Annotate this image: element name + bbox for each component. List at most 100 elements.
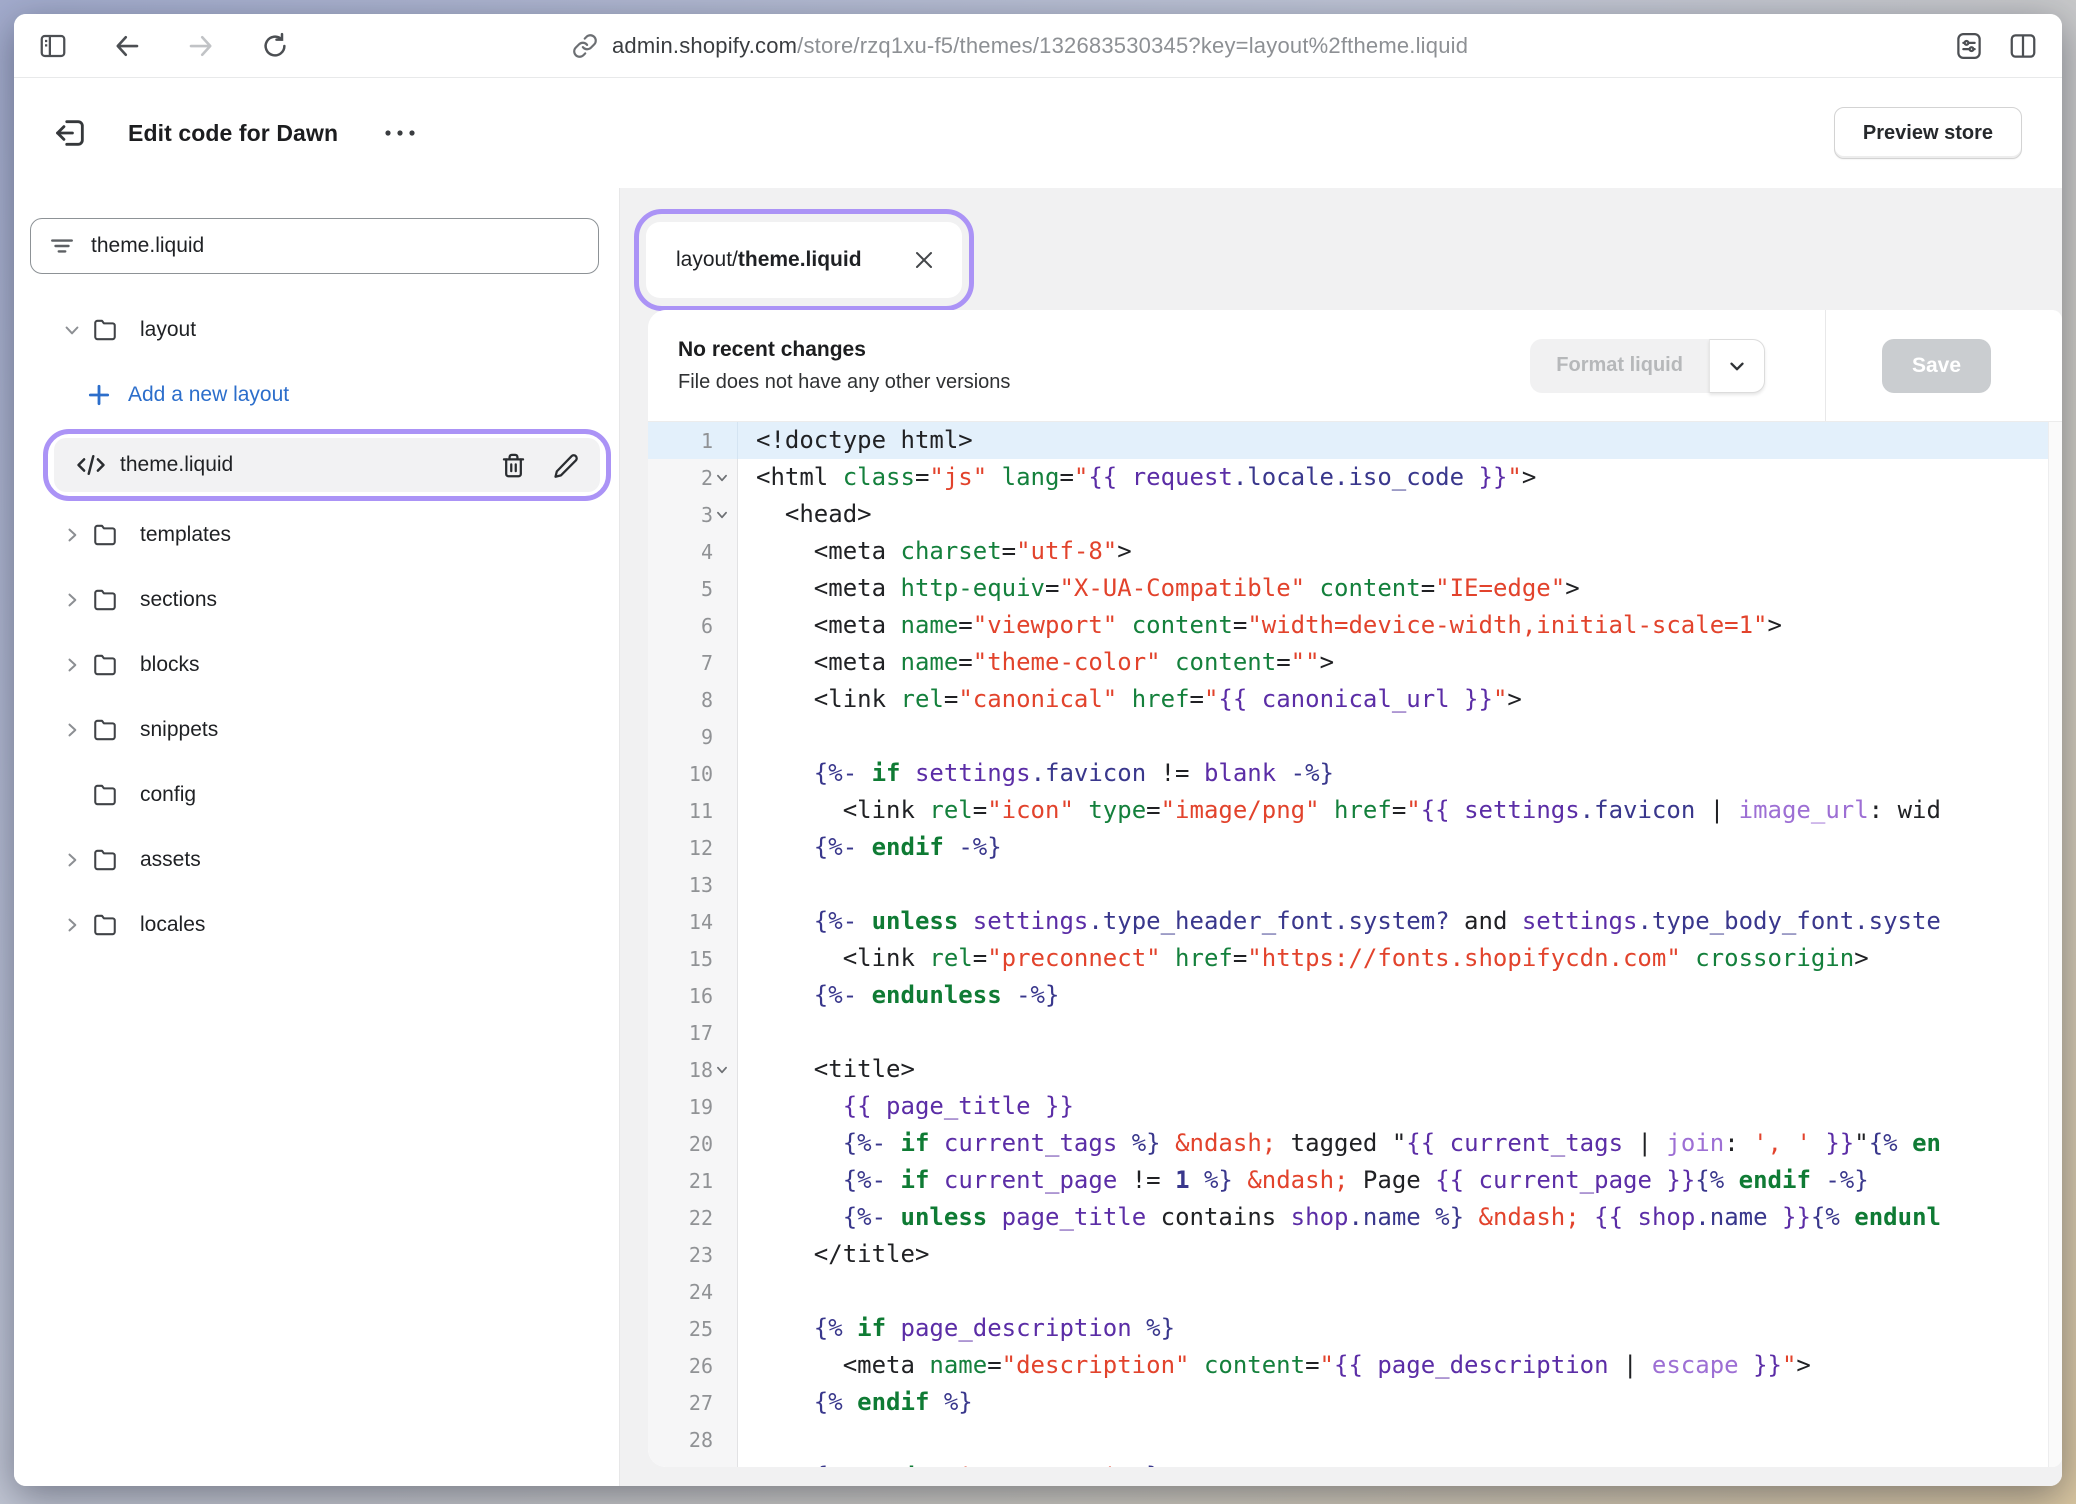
code-line[interactable]: 15 <link rel="preconnect" href="https://… (648, 940, 2062, 977)
file-search-box[interactable] (30, 218, 599, 274)
code-line[interactable]: 7 <meta name="theme-color" content=""> (648, 644, 2062, 681)
pencil-icon[interactable] (553, 452, 580, 479)
sidebar-item-layout[interactable]: layout (30, 308, 599, 352)
trash-icon[interactable] (500, 452, 527, 479)
code-line[interactable]: 19 {{ page_title }} (648, 1088, 2062, 1125)
fold-spacer (715, 1098, 733, 1116)
chevron-right-icon[interactable] (62, 655, 92, 675)
code-text: <meta charset="utf-8"> (738, 533, 2062, 570)
sidebar-item-config[interactable]: config (30, 773, 599, 817)
exit-editor-icon[interactable] (54, 116, 88, 150)
code-text: <meta http-equiv="X-UA-Compatible" conte… (738, 570, 2062, 607)
line-number: 14 (648, 903, 738, 940)
code-text: {%- if current_tags %} &ndash; tagged "{… (738, 1125, 2062, 1162)
code-line[interactable]: 17 (648, 1014, 2062, 1051)
chevron-right-icon[interactable] (62, 915, 92, 935)
sidebar-item-snippets[interactable]: snippets (30, 708, 599, 752)
code-line[interactable]: 29 {% render 'meta-tags' %} (648, 1458, 2062, 1467)
code-line[interactable]: 2<html class="js" lang="{{ request.local… (648, 459, 2062, 496)
split-view-icon[interactable] (2008, 31, 2038, 61)
preview-store-button[interactable]: Preview store (1834, 107, 2022, 159)
line-number: 25 (648, 1310, 738, 1347)
folder-icon (92, 522, 126, 548)
chevron-right-icon[interactable] (62, 720, 92, 740)
sidebar-item-sections[interactable]: sections (30, 578, 599, 622)
browser-settings-icon[interactable] (1954, 31, 1984, 61)
line-number: 8 (648, 681, 738, 718)
fold-spacer (715, 950, 733, 968)
code-text: <meta name="viewport" content="width=dev… (738, 607, 2062, 644)
save-button[interactable]: Save (1882, 339, 1991, 393)
line-number: 2 (648, 459, 738, 496)
format-liquid-button[interactable]: Format liquid (1530, 339, 1709, 393)
chevron-down-icon[interactable] (62, 320, 92, 340)
editor-scrollbar[interactable] (2048, 422, 2062, 1467)
code-line[interactable]: 11 <link rel="icon" type="image/png" hre… (648, 792, 2062, 829)
chevron-right-icon[interactable] (62, 850, 92, 870)
fold-spacer (715, 617, 733, 635)
code-line[interactable]: 14 {%- unless settings.type_header_font.… (648, 903, 2062, 940)
code-line[interactable]: 24 (648, 1273, 2062, 1310)
folder-icon (92, 717, 126, 743)
fold-spacer (715, 691, 733, 709)
chevron-right-icon[interactable] (62, 525, 92, 545)
sidebar-item-locales[interactable]: locales (30, 903, 599, 947)
page-header: Edit code for Dawn Preview store (14, 78, 2062, 188)
code-line[interactable]: 4 <meta charset="utf-8"> (648, 533, 2062, 570)
more-actions-icon[interactable] (380, 116, 420, 150)
chevron-right-icon[interactable] (62, 590, 92, 610)
code-line[interactable]: 20 {%- if current_tags %} &ndash; tagged… (648, 1125, 2062, 1162)
address-bar[interactable]: admin.shopify.com/store/rzq1xu-f5/themes… (572, 14, 1468, 77)
code-editor[interactable]: 1<!doctype html>2<html class="js" lang="… (648, 422, 2062, 1467)
sidebar-item-theme-liquid[interactable]: theme.liquid (54, 438, 600, 492)
fold-icon[interactable] (715, 506, 733, 524)
code-line[interactable]: 1<!doctype html> (648, 422, 2062, 459)
close-icon[interactable] (912, 248, 936, 272)
fold-spacer (715, 432, 733, 450)
file-tree: layout Add a new layout theme.liquid templa… (30, 308, 599, 947)
line-number: 23 (648, 1236, 738, 1273)
search-input[interactable] (91, 234, 580, 258)
folder-icon (92, 652, 126, 678)
code-line[interactable]: 26 <meta name="description" content="{{ … (648, 1347, 2062, 1384)
code-line[interactable]: 13 (648, 866, 2062, 903)
chevron-down-icon[interactable] (1709, 339, 1765, 393)
code-line[interactable]: 9 (648, 718, 2062, 755)
code-line[interactable]: 6 <meta name="viewport" content="width=d… (648, 607, 2062, 644)
tree-item-label: Add a new layout (128, 383, 289, 407)
code-text: {{ page_title }} (738, 1088, 2062, 1125)
tab-label: layout/theme.liquid (676, 248, 862, 272)
sidebar-item-assets[interactable]: assets (30, 838, 599, 882)
fold-icon[interactable] (715, 1061, 733, 1079)
sidebar-item-blocks[interactable]: blocks (30, 643, 599, 687)
back-button-icon[interactable] (112, 31, 142, 61)
code-line[interactable]: 23 </title> (648, 1236, 2062, 1273)
fold-icon[interactable] (715, 469, 733, 487)
line-number: 24 (648, 1273, 738, 1310)
code-line[interactable]: 5 <meta http-equiv="X-UA-Compatible" con… (648, 570, 2062, 607)
line-number: 7 (648, 644, 738, 681)
code-line[interactable]: 28 (648, 1421, 2062, 1458)
code-line[interactable]: 27 {% endif %} (648, 1384, 2062, 1421)
sidebar-item-templates[interactable]: templates (30, 513, 599, 557)
code-line[interactable]: 25 {% if page_description %} (648, 1310, 2062, 1347)
code-line[interactable]: 12 {%- endif -%} (648, 829, 2062, 866)
code-line[interactable]: 21 {%- if current_page != 1 %} &ndash; P… (648, 1162, 2062, 1199)
code-line[interactable]: 8 <link rel="canonical" href="{{ canonic… (648, 681, 2062, 718)
reload-icon[interactable] (260, 31, 290, 61)
code-text (738, 718, 2062, 755)
add-new-layout-link[interactable]: Add a new layout (30, 373, 599, 417)
code-line[interactable]: 16 {%- endunless -%} (648, 977, 2062, 1014)
forward-button-icon[interactable] (186, 31, 216, 61)
code-line[interactable]: 18 <title> (648, 1051, 2062, 1088)
sidebar-toggle-icon[interactable] (38, 31, 68, 61)
code-line[interactable]: 3 <head> (648, 496, 2062, 533)
line-number: 19 (648, 1088, 738, 1125)
tree-item-label: snippets (140, 718, 218, 742)
fold-spacer (715, 1024, 733, 1042)
code-line[interactable]: 10 {%- if settings.favicon != blank -%} (648, 755, 2062, 792)
code-text: {%- endif -%} (738, 829, 2062, 866)
line-number: 1 (648, 422, 738, 459)
tab-theme-liquid[interactable]: layout/theme.liquid (646, 222, 962, 298)
code-line[interactable]: 22 {%- unless page_title contains shop.n… (648, 1199, 2062, 1236)
